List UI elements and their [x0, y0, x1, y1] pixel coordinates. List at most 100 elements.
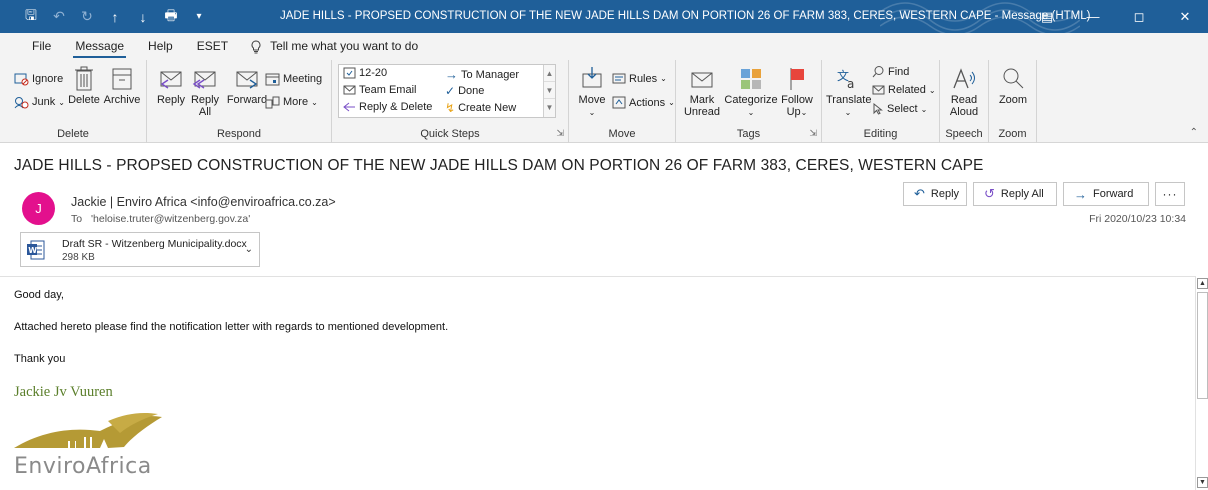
signature-company: EnviroAfrica: [14, 454, 152, 479]
collapse-ribbon-icon[interactable]: ⌃: [1190, 127, 1198, 138]
related-button[interactable]: Related ⌄: [872, 84, 936, 96]
ribbon-display-options-icon[interactable]: ▤: [1024, 0, 1070, 33]
delete-button[interactable]: Delete: [66, 66, 102, 106]
related-icon: [872, 85, 885, 95]
recipients: To 'heloise.truter@witzenberg.gov.za': [71, 213, 251, 225]
delete-group: Ignore Junk ⌄ Delete Archive Delete: [0, 60, 147, 143]
reply-all-arrow-icon: ↺: [984, 186, 995, 201]
actions-icon: [612, 96, 626, 109]
ignore-button[interactable]: Ignore: [14, 72, 63, 86]
next-item-icon[interactable]: ↓: [132, 6, 154, 28]
lightning-icon: ↯: [445, 101, 456, 115]
body-scrollbar[interactable]: ▲ ▼: [1195, 276, 1208, 490]
envelope-unread-icon: [691, 72, 713, 88]
avatar: J: [22, 192, 55, 225]
move-button[interactable]: Move ⌄: [575, 66, 609, 119]
rules-button[interactable]: Rules ⌄: [612, 72, 667, 85]
ribbon-tabs: File Message Help ESET Tell me what you …: [0, 33, 1208, 60]
calendar-check-icon: [343, 67, 356, 79]
word-document-icon: W: [27, 240, 45, 260]
tab-message[interactable]: Message: [63, 33, 136, 60]
tell-me-text: Tell me what you want to do: [270, 39, 419, 53]
reply-button[interactable]: Reply: [155, 66, 187, 106]
trash-icon: [75, 66, 93, 91]
mark-unread-button[interactable]: Mark Unread: [682, 66, 722, 118]
save-icon[interactable]: 🖫: [20, 6, 42, 28]
tab-help[interactable]: Help: [136, 33, 185, 60]
translate-button[interactable]: 文a Translate ⌄: [826, 66, 871, 119]
window-title: JADE HILLS - PROPSED CONSTRUCTION OF THE…: [280, 10, 1091, 22]
quick-step-reply-delete[interactable]: Reply & Delete: [343, 101, 432, 113]
follow-up-button[interactable]: Follow Up⌄: [778, 66, 816, 119]
quick-step-create-new[interactable]: ↯ Create New: [445, 101, 516, 115]
tell-me-search[interactable]: Tell me what you want to do: [240, 33, 430, 60]
tags-group-label: Tags: [736, 128, 761, 140]
svg-text:a: a: [847, 77, 854, 91]
recipient[interactable]: 'heloise.truter@witzenberg.gov.za': [91, 213, 250, 225]
scroll-down-icon[interactable]: ▼: [544, 82, 555, 99]
meeting-button[interactable]: Meeting: [265, 72, 322, 86]
customize-toolbar-icon[interactable]: ▾: [188, 6, 210, 28]
quick-step-team-email[interactable]: Team Email: [343, 84, 416, 96]
scroll-up-icon[interactable]: ▲: [544, 65, 555, 82]
categorize-button[interactable]: Categorize ⌄: [722, 66, 780, 119]
tags-group: Mark Unread Categorize ⌄ Follow Up⌄ ⇲ Tag…: [676, 60, 822, 143]
zoom-group-label: Zoom: [998, 128, 1027, 140]
speech-group-label: Speech: [945, 128, 983, 140]
scroll-up-arrow-icon[interactable]: ▲: [1197, 278, 1208, 289]
cursor-icon: [873, 103, 883, 115]
chevron-down-icon[interactable]: ⌄: [245, 244, 253, 255]
quick-step-12-20[interactable]: 12-20: [343, 67, 387, 79]
zoom-button[interactable]: Zoom: [993, 66, 1033, 106]
attachment[interactable]: W Draft SR - Witzenberg Municipality.doc…: [20, 232, 260, 267]
expand-gallery-icon[interactable]: ▼: [544, 99, 555, 116]
reply-action-button[interactable]: ↶ Reply: [903, 182, 967, 206]
print-icon[interactable]: 🖶: [160, 6, 182, 28]
editing-group: 文a Translate ⌄ Find Related ⌄ Select ⌄ Edit…: [822, 60, 940, 143]
quick-steps-scrollbar[interactable]: ▲ ▼ ▼: [543, 65, 555, 117]
redo-icon[interactable]: ↻: [76, 6, 98, 28]
select-button[interactable]: Select ⌄: [872, 103, 927, 115]
quick-step-to-manager[interactable]: → To Manager: [445, 67, 519, 82]
signature-name: Jackie Jv Vuuren: [14, 384, 113, 400]
quick-steps-group-label: Quick Steps: [420, 128, 480, 140]
undo-icon[interactable]: ↶: [48, 6, 70, 28]
actions-button[interactable]: Actions ⌄: [612, 96, 675, 109]
editing-group-label: Editing: [863, 128, 898, 140]
quick-step-done[interactable]: ✓ Done: [445, 84, 484, 98]
read-aloud-button[interactable]: Read Aloud: [944, 66, 984, 118]
body-line: Attached hereto please find the notifica…: [14, 321, 449, 333]
sender[interactable]: Jackie | Enviro Africa <info@enviroafric…: [71, 195, 336, 209]
rules-icon: [612, 73, 626, 84]
respond-group: Reply Reply All Forward Meeting More ⌄ Re…: [147, 60, 332, 143]
window-controls: ▤ — ◻ ✕: [1024, 0, 1208, 33]
previous-item-icon[interactable]: ↑: [104, 6, 126, 28]
speech-group: Read Aloud Speech: [940, 60, 989, 143]
junk-icon: [14, 97, 29, 109]
zoom-group: Zoom Zoom: [989, 60, 1037, 143]
forward-button[interactable]: Forward: [225, 66, 269, 106]
categorize-icon: [741, 69, 761, 89]
forward-action-button[interactable]: → Forward: [1063, 182, 1149, 206]
find-button[interactable]: Find: [872, 65, 909, 78]
team-email-icon: [343, 85, 356, 95]
tab-file[interactable]: File: [20, 33, 63, 60]
scroll-down-arrow-icon[interactable]: ▼: [1197, 477, 1208, 488]
reply-all-button[interactable]: Reply All: [189, 66, 221, 118]
more-actions-button[interactable]: ···: [1155, 182, 1185, 206]
quick-steps-group: 12-20 Team Email Reply & Delete → To Man…: [332, 60, 569, 143]
scrollbar-thumb[interactable]: [1197, 292, 1208, 399]
archive-button[interactable]: Archive: [102, 66, 142, 106]
quick-access-toolbar: 🖫 ↶ ↻ ↑ ↓ 🖶 ▾: [0, 0, 216, 33]
reply-all-action-button[interactable]: ↺ Reply All: [973, 182, 1057, 206]
tab-eset[interactable]: ESET: [185, 33, 240, 60]
maximize-button[interactable]: ◻: [1116, 0, 1162, 33]
message-subject: JADE HILLS - PROPSED CONSTRUCTION OF THE…: [14, 157, 984, 174]
minimize-button[interactable]: —: [1070, 0, 1116, 33]
ignore-icon: [14, 73, 29, 86]
respond-group-label: Respond: [216, 128, 262, 140]
attachment-size: 298 KB: [62, 252, 95, 263]
more-respond-button[interactable]: More ⌄: [265, 95, 318, 109]
junk-button[interactable]: Junk ⌄: [14, 95, 65, 109]
close-button[interactable]: ✕: [1162, 0, 1208, 33]
